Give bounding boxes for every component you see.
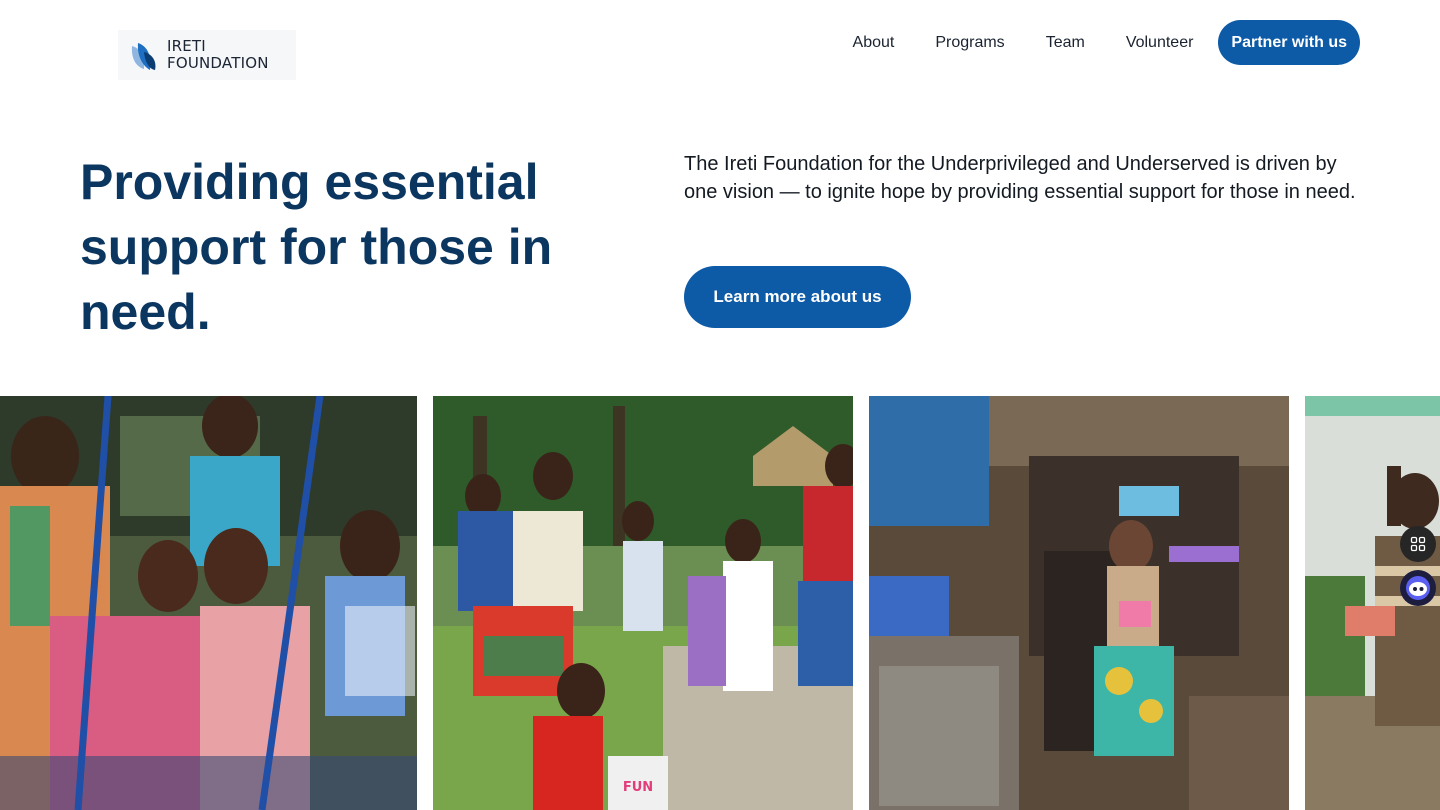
- gallery-photo-market-stall: [869, 396, 1289, 810]
- hero-description: The Ireti Foundation for the Underprivil…: [684, 153, 1356, 203]
- nav-about[interactable]: About: [853, 34, 895, 52]
- site-header: IRETI FOUNDATION About Programs Team Vol…: [0, 0, 1440, 90]
- photo-gallery: FUN: [0, 396, 1440, 810]
- microphone-event-image: FUN: [433, 396, 853, 810]
- market-stall-image: [869, 396, 1289, 810]
- apps-widget-button[interactable]: [1400, 526, 1436, 562]
- assistant-widget-button[interactable]: [1400, 570, 1436, 606]
- brand-name-line2: FOUNDATION: [167, 54, 269, 72]
- butterfly-logo-icon: [131, 43, 156, 70]
- nav-programs[interactable]: Programs: [935, 34, 1004, 52]
- nav-volunteer[interactable]: Volunteer: [1126, 34, 1194, 52]
- assistant-face-icon: [1406, 576, 1430, 600]
- grid-icon: [1410, 536, 1426, 552]
- main-nav: About Programs Team Volunteer Partner wi…: [853, 20, 1360, 65]
- svg-text:FUN: FUN: [623, 780, 653, 795]
- brand-wordmark: IRETI FOUNDATION: [167, 38, 269, 72]
- brand-logo[interactable]: IRETI FOUNDATION: [118, 30, 296, 80]
- brand-name-line1: IRETI: [167, 37, 206, 55]
- children-swings-image: [0, 396, 417, 810]
- partner-button[interactable]: Partner with us: [1218, 20, 1360, 65]
- learn-more-button[interactable]: Learn more about us: [684, 266, 911, 328]
- nav-team[interactable]: Team: [1046, 34, 1085, 52]
- gallery-photo-microphone-event: FUN: [433, 396, 853, 810]
- gallery-photo-children-swings: [0, 396, 417, 810]
- hero-title: Providing essential support for those in…: [80, 154, 553, 340]
